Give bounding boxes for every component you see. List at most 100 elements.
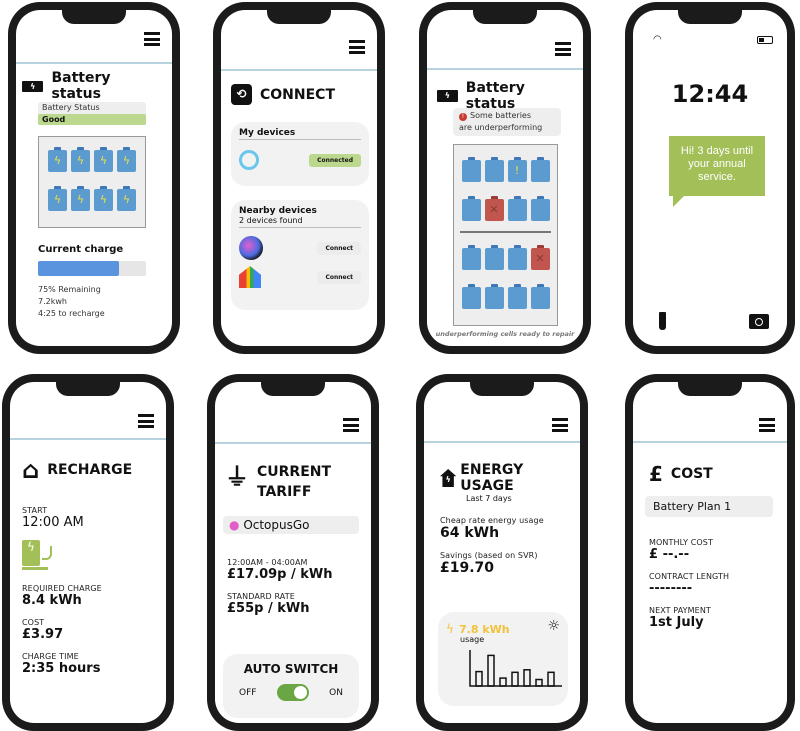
battery-cell-ok xyxy=(484,284,504,309)
phone-recharge: ⌂ RECHARGE START 12:00 AM ϟ REQUIRED CHAR… xyxy=(2,374,174,731)
battery-cell-ok xyxy=(507,284,527,309)
menu-icon[interactable] xyxy=(555,42,571,56)
menu-icon[interactable] xyxy=(144,32,160,46)
notch xyxy=(470,382,534,396)
battery-cell-good: ϟ xyxy=(71,186,90,211)
phone-cost: £ COST Battery Plan 1 MONTHLY COST £ --.-… xyxy=(625,374,795,731)
notch xyxy=(62,10,126,24)
notch xyxy=(678,10,742,24)
connect-google-home-button[interactable]: Connect xyxy=(317,270,361,284)
battery-cell-ok xyxy=(484,245,504,270)
warning-text-2: are underperforming xyxy=(459,123,543,132)
battery-cells-panel: ϟϟϟϟϟϟϟϟ xyxy=(38,136,146,228)
pound-icon: £ xyxy=(649,462,663,486)
google-home-icon xyxy=(239,266,261,288)
usage-card: ϟ 7.8 kWh usage ☼ xyxy=(438,612,568,706)
page-title: COST xyxy=(670,466,713,482)
connect-icon: ⟲ xyxy=(231,84,252,105)
battery-charging-icon: ϟ xyxy=(22,80,44,92)
provider-name: OctopusGo xyxy=(243,518,310,532)
auto-switch-label: AUTO SWITCH xyxy=(243,662,339,676)
notch xyxy=(678,382,742,396)
battery-cell-ok xyxy=(530,196,550,221)
start-label: START xyxy=(22,506,48,515)
home-icon: ⌂ xyxy=(22,456,40,484)
period-subtitle: Last 7 days xyxy=(466,494,512,503)
header-divider xyxy=(10,438,166,440)
battery-cells-panel: ! ✕ ✕ xyxy=(453,144,558,326)
header-divider xyxy=(16,62,172,64)
siri-orb-icon xyxy=(239,236,263,260)
usage-bar xyxy=(535,678,543,687)
charge-time-value: 2:35 hours xyxy=(22,661,101,676)
savings-value: £19.70 xyxy=(440,560,495,576)
menu-icon[interactable] xyxy=(138,414,154,428)
monthly-cost-value: £ --.-- xyxy=(649,547,690,562)
page-title: CONNECT xyxy=(260,86,335,103)
required-charge-label: REQUIRED CHARGE xyxy=(22,584,102,593)
page-title-line2: TARIFF xyxy=(257,484,312,500)
alert-icon: ! xyxy=(459,113,467,121)
notch xyxy=(261,382,325,396)
cost-label: COST xyxy=(22,618,45,627)
battery-cell-ok xyxy=(507,245,527,270)
standard-rate-value: £55p / kWh xyxy=(227,601,310,616)
connected-badge[interactable]: Connected xyxy=(309,153,361,167)
charge-progress-bar xyxy=(38,261,146,276)
menu-icon[interactable] xyxy=(759,418,775,432)
nearby-devices-card: Nearby devices 2 devices found Connect C… xyxy=(231,200,369,310)
page-title: ENERGY USAGE xyxy=(460,462,524,494)
phone-energy-usage: ϟ ENERGY USAGE Last 7 days Cheap rate ene… xyxy=(416,374,588,731)
notch xyxy=(56,382,120,396)
battery-cell-good: ϟ xyxy=(71,147,90,172)
battery-cell-good: ϟ xyxy=(117,186,136,211)
standard-rate-label: STANDARD RATE xyxy=(227,592,295,601)
phone-current-tariff: ⏚ CURRENT TARIFF ● OctopusGo 12:00AM - 04:… xyxy=(207,374,379,731)
battery-cell-ok xyxy=(461,245,481,270)
off-label: OFF xyxy=(239,687,257,698)
header-divider xyxy=(424,441,580,443)
battery-cell-ok xyxy=(530,284,550,309)
menu-icon[interactable] xyxy=(343,418,359,432)
notch xyxy=(267,10,331,24)
remaining-text: 75% Remaining xyxy=(38,285,101,294)
next-payment-value: 1st July xyxy=(649,615,704,630)
flashlight-icon[interactable] xyxy=(659,312,666,330)
lightning-icon: ϟ xyxy=(446,622,454,636)
usage-bar xyxy=(511,671,519,687)
battery-cell-good: ϟ xyxy=(117,147,136,172)
usage-bar xyxy=(523,669,531,687)
service-reminder-bubble[interactable]: Hi! 3 days until your annual service. xyxy=(669,136,765,196)
battery-cell-ok xyxy=(507,196,527,221)
battery-cell-ok xyxy=(461,157,481,182)
auto-switch-toggle[interactable] xyxy=(276,684,309,701)
charge-time-label: CHARGE TIME xyxy=(22,652,79,661)
status-label: Battery Status xyxy=(42,103,100,112)
next-payment-label: NEXT PAYMENT xyxy=(649,606,711,615)
sun-icon[interactable]: ☼ xyxy=(547,618,560,644)
cost-value: £3.97 xyxy=(22,627,64,642)
contract-length-label: CONTRACT LENGTH xyxy=(649,572,730,581)
plug-icon: ⏚ xyxy=(225,463,249,491)
phone-connect: ⟲ CONNECT My devices Connected Nearby dev… xyxy=(213,2,385,354)
repair-caption: underperforming cells ready to repair xyxy=(435,330,575,338)
energy-home-icon: ϟ xyxy=(440,469,457,487)
tariff-provider-selector[interactable]: ● OctopusGo xyxy=(223,516,359,534)
battery-cell-ok xyxy=(461,196,481,221)
battery-cell-good: ϟ xyxy=(48,147,67,172)
octopus-icon: ● xyxy=(229,518,240,532)
required-charge-value: 8.4 kWh xyxy=(22,593,82,608)
menu-icon[interactable] xyxy=(349,40,365,54)
camera-icon[interactable] xyxy=(749,314,769,329)
menu-icon[interactable] xyxy=(552,418,568,432)
cheap-usage-label: Cheap rate energy usage xyxy=(440,516,544,525)
connect-siri-button[interactable]: Connect xyxy=(317,241,361,255)
wifi-icon: ◠ xyxy=(653,34,662,45)
battery-cell-bad: ✕ xyxy=(484,196,504,221)
plan-selector[interactable]: Battery Plan 1 xyxy=(645,496,773,517)
rack-divider xyxy=(460,231,551,233)
usage-bar xyxy=(547,671,555,687)
battery-cell-good: ϟ xyxy=(94,186,113,211)
page-title-line1: CURRENT xyxy=(257,464,332,480)
page-title: RECHARGE xyxy=(47,462,133,478)
